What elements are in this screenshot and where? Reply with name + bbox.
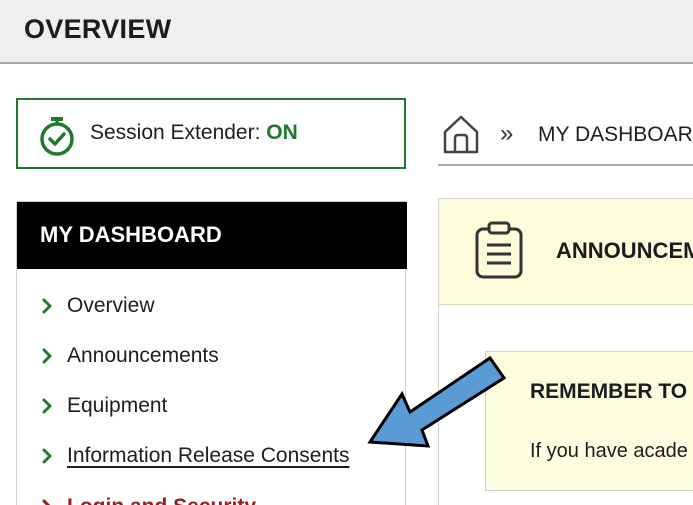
home-icon[interactable] [442,114,480,154]
sidebar-header: MY DASHBOARD [17,202,407,269]
notice-title: REMEMBER TO R [530,380,693,403]
chevron-right-icon [42,398,52,414]
sidebar-item-label: Announcements [67,344,219,367]
sidebar-item-equipment[interactable]: Equipment [39,391,167,421]
announcements-header: ANNOUNCEMENTS [439,199,693,305]
announcement-notice: REMEMBER TO R If you have acade [485,351,693,491]
chevron-right-icon [42,348,52,364]
dashboard-sidebar: MY DASHBOARD Overview Announcements Equi… [16,201,407,505]
session-status: ON [266,121,298,144]
top-header: OVERVIEW [0,0,693,64]
sidebar-title: MY DASHBOARD [40,222,222,247]
sidebar-item-information-release-consents[interactable]: Information Release Consents [39,441,350,471]
breadcrumb-current: MY DASHBOARD [538,123,693,146]
sidebar-item-label: Equipment [67,394,168,417]
session-extender[interactable]: Session Extender: ON [16,98,406,169]
chevron-right-icon [42,448,52,464]
page: OVERVIEW Session Extender: ON MY DASHBOA… [0,0,693,505]
chevron-right-icon [42,499,51,505]
stopwatch-icon [40,117,74,156]
callout-arrow-icon [367,355,507,448]
chevron-right-icon [42,298,52,314]
sidebar-item-announcements[interactable]: Announcements [39,341,219,371]
notice-body: If you have acade [530,440,688,462]
breadcrumb: » MY DASHBOARD [438,104,693,166]
sidebar-item-label: Login and Security [67,495,256,505]
sidebar-item-overview[interactable]: Overview [39,291,155,321]
sidebar-item-login-and-security[interactable]: Login and Security [39,492,256,505]
sidebar-item-label: Overview [67,294,155,317]
session-extender-text: Session Extender: ON [90,121,298,145]
page-title: OVERVIEW [24,14,172,44]
breadcrumb-separator: » [500,120,514,147]
clipboard-icon [475,221,523,279]
session-extender-label: Session Extender: [90,121,267,144]
sidebar-item-label: Information Release Consents [67,444,350,467]
announcements-title: ANNOUNCEMENTS [556,238,693,263]
